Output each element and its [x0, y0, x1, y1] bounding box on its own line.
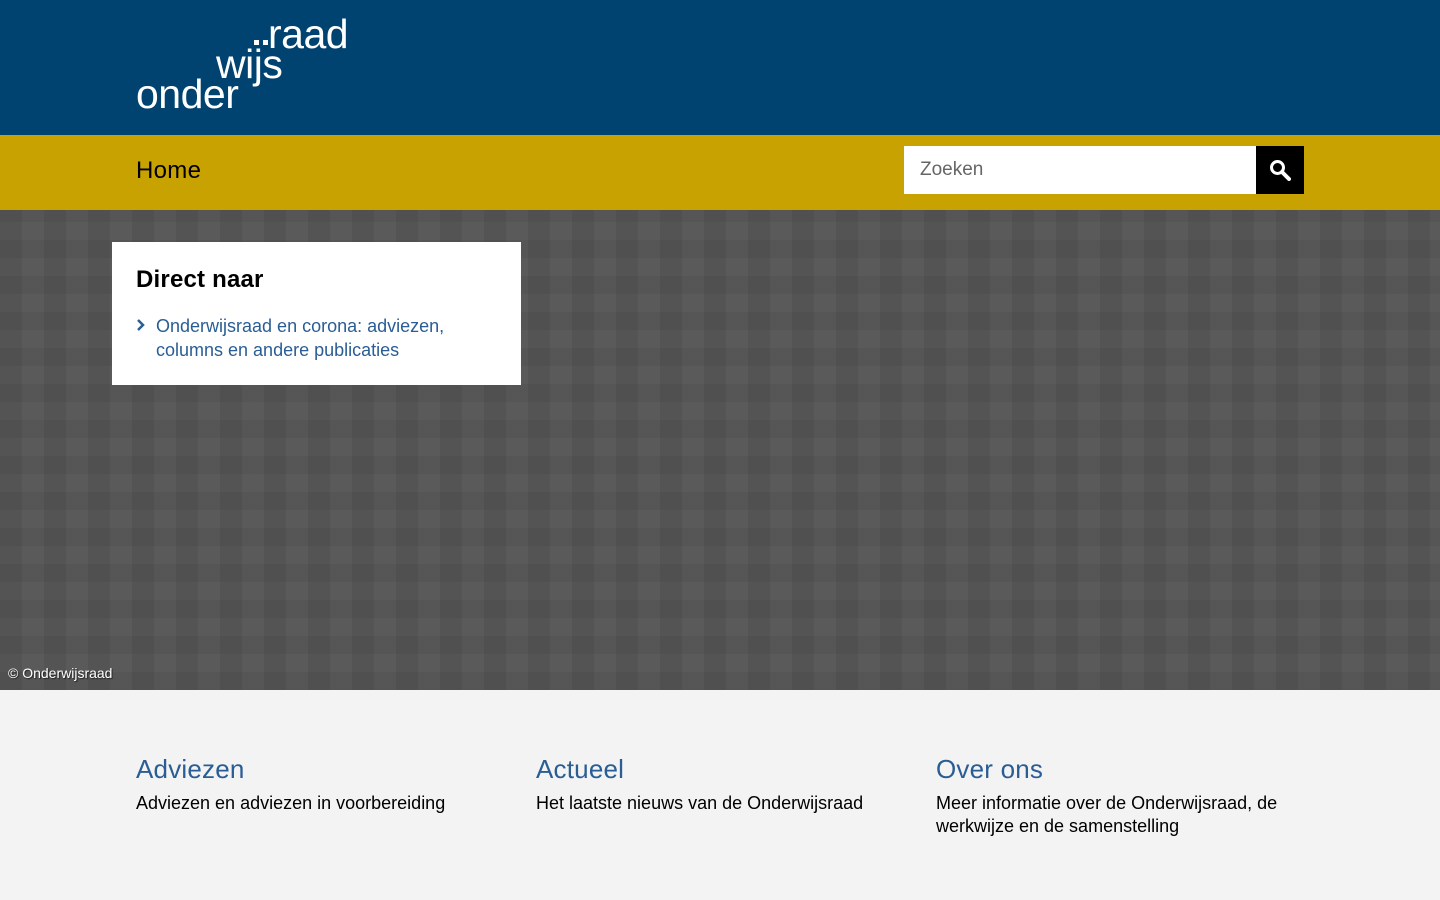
search-input[interactable]	[904, 146, 1256, 194]
teaser-title-adviezen[interactable]: Adviezen	[136, 754, 506, 784]
hero-banner: Direct naar Onderwijsraad en corona: adv…	[0, 210, 1440, 690]
teaser-actueel: Actueel Het laatste nieuws van de Onderw…	[536, 754, 906, 815]
main-navigation: Home	[0, 135, 1440, 210]
teaser-over-ons: Over ons Meer informatie over de Onderwi…	[936, 754, 1306, 838]
direct-naar-card: Direct naar Onderwijsraad en corona: adv…	[112, 242, 521, 385]
chevron-right-icon	[137, 319, 145, 331]
image-copyright: © Onderwijsraad	[8, 665, 113, 681]
direct-naar-title: Direct naar	[136, 266, 264, 293]
teaser-adviezen: Adviezen Adviezen en adviezen in voorber…	[136, 754, 506, 815]
teaser-title-actueel[interactable]: Actueel	[536, 754, 906, 784]
nav-home-link[interactable]: Home	[136, 157, 201, 185]
logo-word-onder: onder	[136, 71, 239, 117]
teaser-title-over-ons[interactable]: Over ons	[936, 754, 1306, 784]
search-icon	[1270, 160, 1291, 181]
teaser-text-actueel: Het laatste nieuws van de Onderwijsraad	[536, 793, 864, 813]
site-logo[interactable]: raad wijs onder	[136, 14, 358, 117]
search-button[interactable]	[1256, 146, 1304, 194]
teaser-section: Adviezen Adviezen en adviezen in voorber…	[0, 690, 1440, 900]
teaser-text-adviezen: Adviezen en adviezen in voorbereiding	[136, 793, 446, 813]
direct-link-corona[interactable]: Onderwijsraad en corona: adviezen, colum…	[156, 314, 486, 362]
site-header: raad wijs onder	[0, 0, 1440, 135]
teaser-text-over-ons: Meer informatie over de Onderwijsraad, d…	[936, 793, 1278, 836]
